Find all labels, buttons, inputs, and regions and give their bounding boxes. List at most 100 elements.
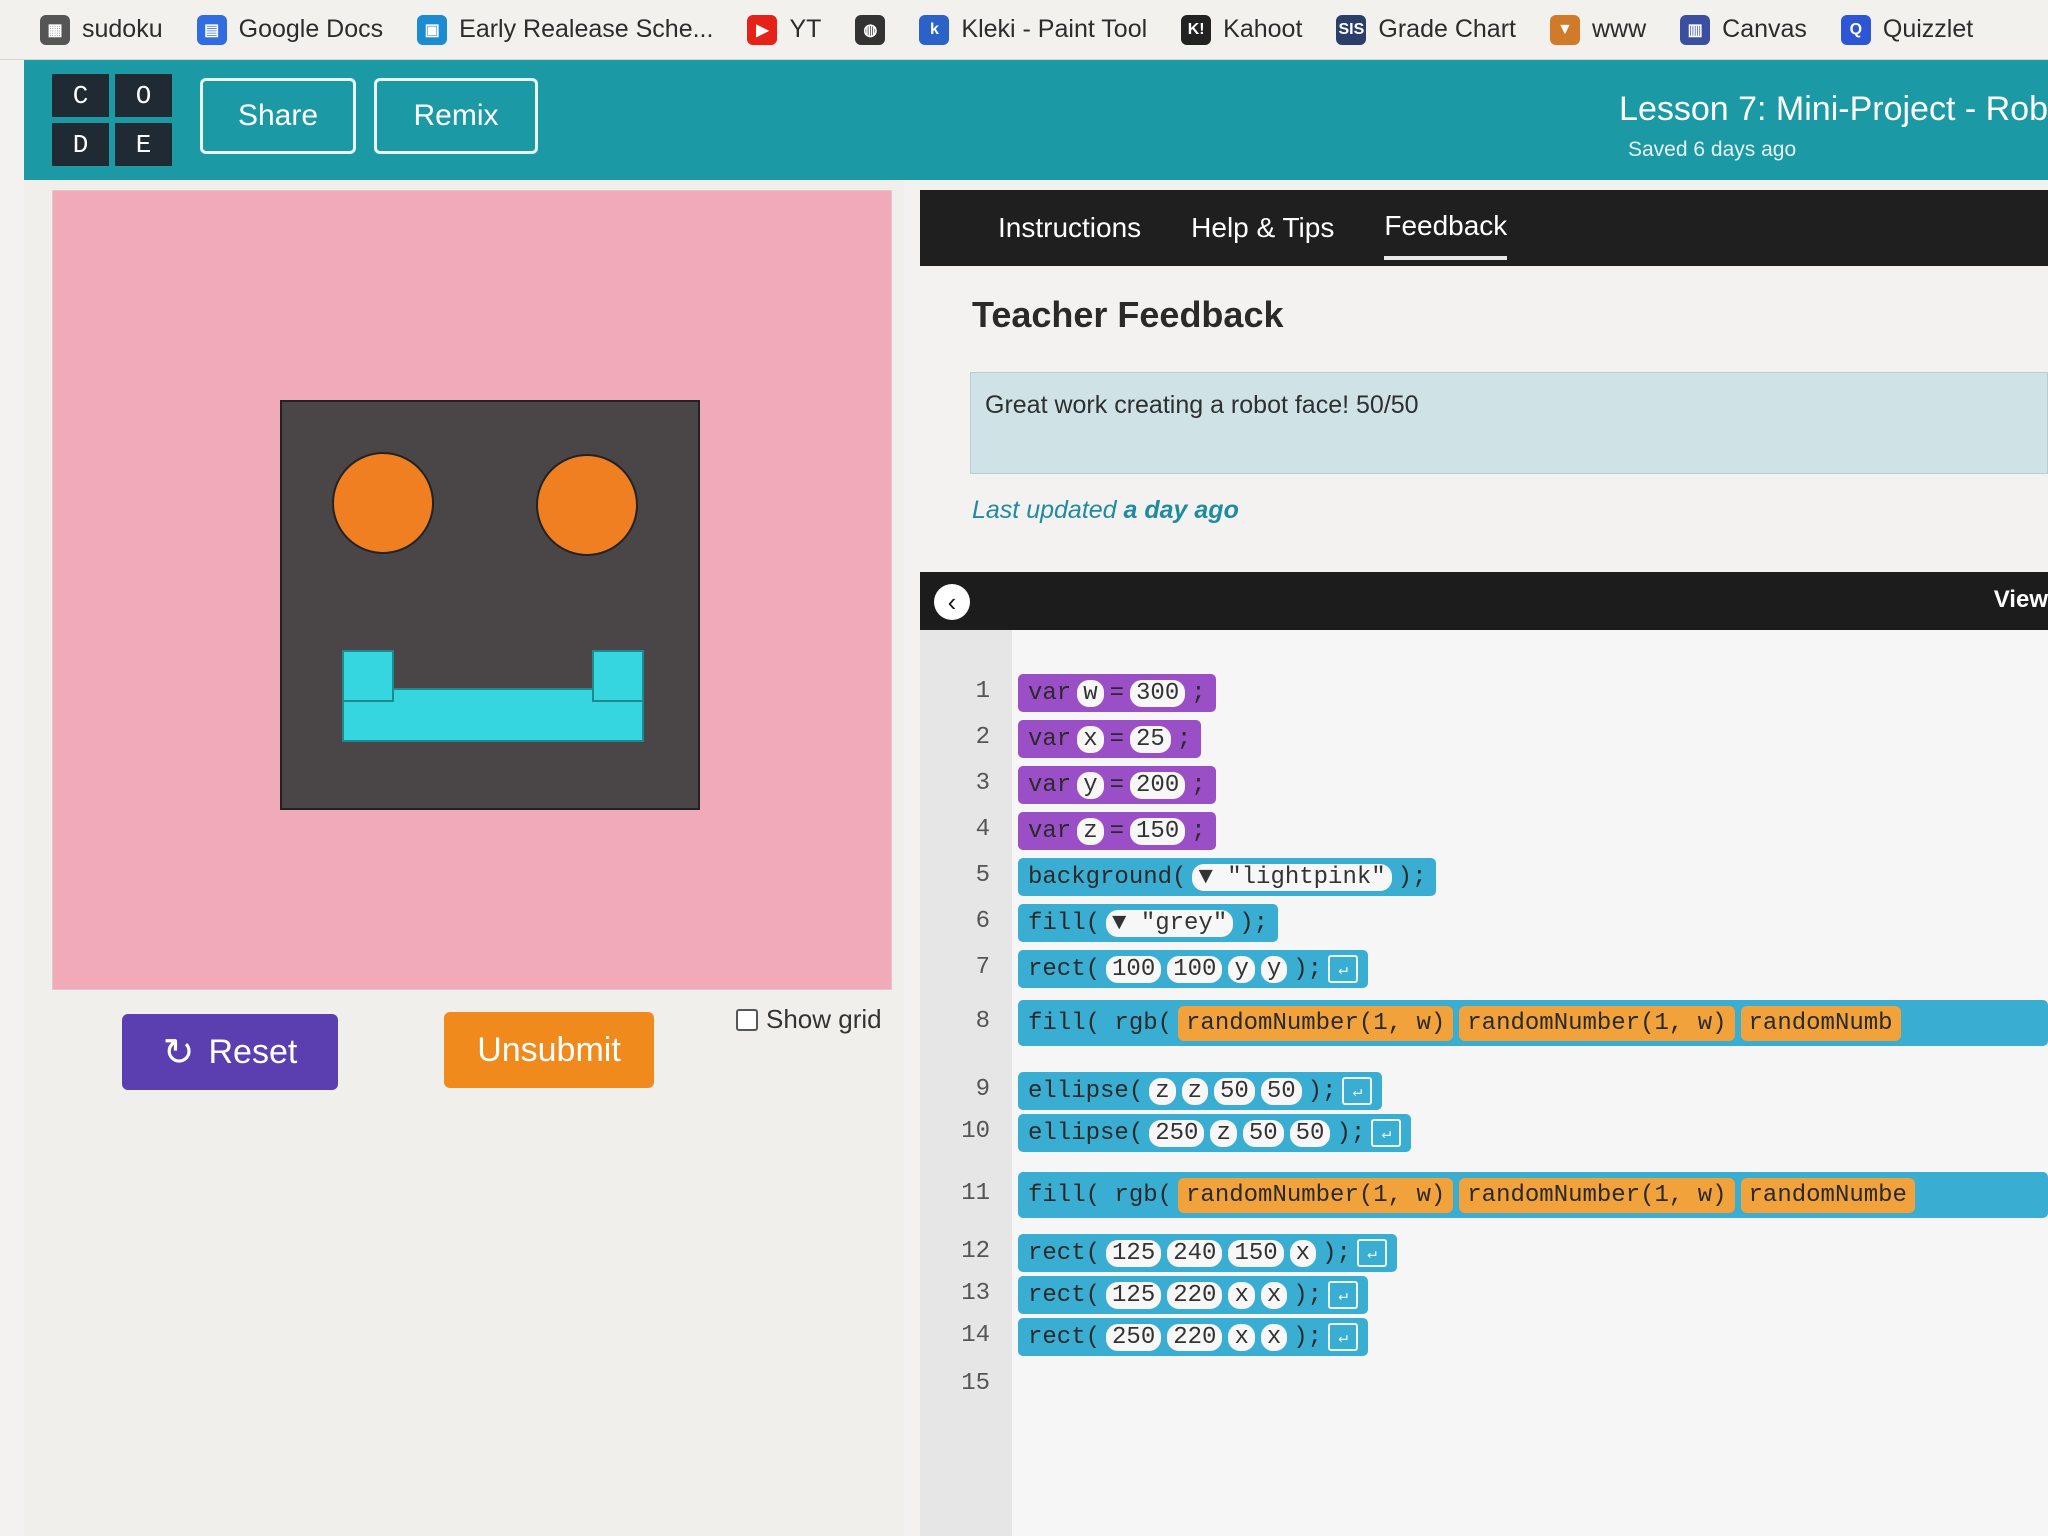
- last-updated-prefix: Last updated: [972, 496, 1117, 524]
- code-token: ellipse(: [1028, 1119, 1144, 1147]
- function-block[interactable]: rect(125 240 150 x); ↵: [1018, 1234, 1397, 1272]
- function-block[interactable]: ellipse(z z 50 50); ↵: [1018, 1072, 1383, 1110]
- newline-arrow-icon: ↵: [1328, 1323, 1359, 1351]
- robot-mouth-left: [342, 650, 394, 702]
- show-grid-label: Show grid: [766, 1004, 882, 1034]
- code-value: 125: [1106, 1281, 1162, 1309]
- line-number: 5: [975, 862, 990, 889]
- bookmark-label: Kahoot: [1223, 15, 1303, 43]
- code-token: );: [1322, 1239, 1351, 1267]
- var-block[interactable]: var w = 300;: [1018, 674, 1216, 712]
- random-number-block[interactable]: randomNumber(1, w): [1459, 1005, 1735, 1041]
- kleki-icon: k: [919, 14, 950, 45]
- bookmark-label: Grade Chart: [1378, 15, 1516, 43]
- code-value: 250: [1149, 1119, 1205, 1147]
- bookmark-canvas[interactable]: ▥ Canvas: [1680, 14, 1807, 45]
- code-token: ;: [1176, 725, 1192, 753]
- share-button[interactable]: Share: [200, 78, 356, 154]
- robot-drawing: [280, 400, 700, 810]
- tab-feedback[interactable]: Feedback: [1384, 196, 1508, 260]
- grid-icon: ▦: [40, 14, 70, 45]
- app-header: C O D E Share Remix Lesson 7: Mini-Proje…: [24, 60, 2048, 180]
- code-value: 50: [1242, 1119, 1284, 1147]
- bookmark-quizzlet[interactable]: Q Quizzlet: [1840, 14, 1973, 45]
- code-value: z: [1181, 1077, 1209, 1105]
- robot-right-eye: [536, 454, 638, 556]
- app-canvas[interactable]: [52, 190, 892, 990]
- string-dropdown[interactable]: ▼ "lightpink": [1192, 863, 1392, 891]
- function-block[interactable]: ellipse(250 z 50 50); ↵: [1018, 1114, 1412, 1152]
- string-dropdown[interactable]: ▼ "grey": [1106, 909, 1234, 937]
- code-value: 300: [1130, 679, 1186, 707]
- line-number: 6: [975, 908, 990, 935]
- code-value: 220: [1167, 1323, 1223, 1351]
- fill-rgb-block[interactable]: fill( rgb(randomNumber(1, w) randomNumber…: [1018, 1000, 2048, 1046]
- code-value: y: [1077, 771, 1104, 799]
- bookmark-yt[interactable]: ▶ YT: [747, 14, 821, 45]
- code-token: );: [1293, 955, 1323, 983]
- random-number-block[interactable]: randomNumber(1, w): [1459, 1177, 1735, 1213]
- fill-rgb-block[interactable]: fill( rgb(randomNumber(1, w) randomNumber…: [1018, 1172, 2048, 1218]
- code-value: 220: [1167, 1281, 1223, 1309]
- calendar-icon: ▣: [417, 14, 448, 45]
- code-token: background(: [1028, 863, 1187, 891]
- code-value: y: [1260, 955, 1288, 983]
- code-token: fill(: [1028, 909, 1101, 937]
- feedback-message: Great work creating a robot face! 50/50: [970, 372, 2048, 474]
- random-number-block[interactable]: randomNumber(1, w): [1178, 1177, 1454, 1213]
- tab-instructions[interactable]: Instructions: [998, 198, 1141, 258]
- code-token: var: [1028, 679, 1072, 707]
- bookmark-label: www: [1591, 15, 1647, 43]
- code-value: 50: [1260, 1077, 1302, 1105]
- bookmark-kahoot[interactable]: K! Kahoot: [1181, 14, 1303, 45]
- code-token: );: [1239, 909, 1269, 937]
- bookmark-grade-chart[interactable]: SIS Grade Chart: [1336, 14, 1516, 45]
- bookmark-globe[interactable]: ◍: [855, 14, 886, 45]
- code-logo[interactable]: C O D E: [52, 74, 172, 166]
- function-block[interactable]: background(▼ "lightpink");: [1018, 858, 1437, 896]
- function-block[interactable]: rect(125 220 x x); ↵: [1018, 1276, 1369, 1314]
- saved-status: Saved 6 days ago: [1628, 138, 1797, 161]
- newline-arrow-icon: ↵: [1371, 1119, 1402, 1147]
- bookmark-www[interactable]: ▼ www: [1549, 14, 1647, 45]
- var-block[interactable]: var y = 200;: [1018, 766, 1216, 804]
- function-block[interactable]: rect(100 100 y y); ↵: [1018, 950, 1369, 988]
- code-token: );: [1336, 1119, 1366, 1147]
- code-value: 50: [1214, 1077, 1255, 1105]
- code-value: 100: [1106, 955, 1162, 983]
- code-value: x: [1077, 725, 1104, 753]
- bookmark-sudoku[interactable]: ▦ sudoku: [40, 14, 163, 45]
- code-value: 240: [1167, 1239, 1223, 1267]
- random-number-block[interactable]: randomNumbe: [1740, 1177, 1915, 1213]
- remix-button[interactable]: Remix: [374, 78, 538, 154]
- newline-arrow-icon: ↵: [1356, 1239, 1387, 1267]
- view-code-label[interactable]: View: [1994, 586, 2048, 614]
- line-number: 11: [961, 1180, 990, 1207]
- bookmark-google-docs[interactable]: ▤ Google Docs: [196, 14, 383, 45]
- code-value: 250: [1106, 1323, 1162, 1351]
- bookmark-early-realease-sche[interactable]: ▣ Early Realease Sche...: [417, 14, 713, 45]
- show-grid-toggle[interactable]: Show grid: [736, 1004, 882, 1035]
- code-token: );: [1293, 1323, 1323, 1351]
- function-block[interactable]: rect(250 220 x x); ↵: [1018, 1318, 1369, 1356]
- function-block[interactable]: fill(▼ "grey");: [1018, 904, 1279, 942]
- unsubmit-button[interactable]: Unsubmit: [444, 1012, 654, 1088]
- bookmark-kleki-paint-tool[interactable]: k Kleki - Paint Tool: [919, 14, 1147, 45]
- globe-icon: ◍: [855, 14, 886, 45]
- code-token: ;: [1191, 771, 1206, 799]
- docs-icon: ▤: [196, 14, 227, 45]
- line-number: 4: [975, 816, 990, 843]
- code-value: z: [1210, 1119, 1237, 1147]
- collapse-arrow-icon[interactable]: ‹: [934, 584, 970, 620]
- code-token: );: [1293, 1281, 1323, 1309]
- var-block[interactable]: var z = 150;: [1018, 812, 1216, 850]
- tab-help-tips[interactable]: Help & Tips: [1191, 198, 1334, 258]
- code-token: ;: [1191, 679, 1206, 707]
- random-number-block[interactable]: randomNumber(1, w): [1178, 1005, 1454, 1041]
- show-grid-checkbox[interactable]: [736, 1008, 758, 1031]
- random-number-block[interactable]: randomNumb: [1740, 1005, 1901, 1041]
- code-token: var: [1028, 817, 1072, 845]
- reset-button[interactable]: ↻ Reset: [122, 1014, 338, 1090]
- sis-icon: SIS: [1336, 14, 1367, 45]
- var-block[interactable]: var x = 25;: [1018, 720, 1202, 758]
